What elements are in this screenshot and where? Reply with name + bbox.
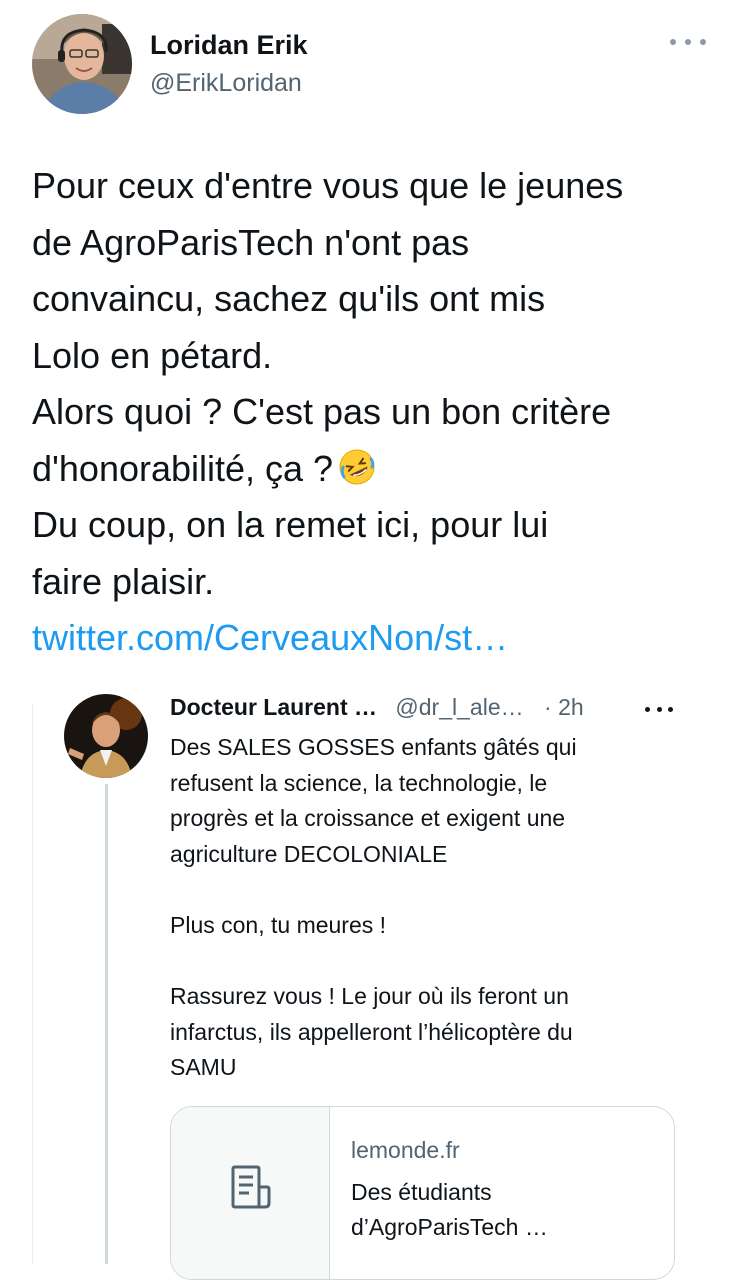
- tweet-link[interactable]: twitter.com/CerveauxNon/st…: [32, 610, 722, 667]
- tweet-text-line: d'honorabilité, ça ?: [32, 447, 334, 489]
- thread-line: [105, 784, 108, 1264]
- quoted-author-handle[interactable]: @dr_l_ale…: [395, 694, 523, 720]
- quoted-text-line: refusent la science, la technologie, le: [170, 769, 548, 796]
- tweet-text-line: de AgroParisTech n'ont pas: [32, 221, 470, 263]
- quoted-tweet-header: Docteur Laurent … @dr_l_ale… · 2h: [170, 694, 700, 724]
- link-card-thumbnail: [171, 1107, 330, 1279]
- link-card-title: Des étudiants d’AgroParisTech …: [351, 1175, 651, 1245]
- quoted-text-line: SAMU: [170, 1054, 237, 1081]
- tweet-body: Pour ceux d'entre vous que le jeunes de …: [32, 158, 722, 667]
- quoted-text-line: Des SALES GOSSES enfants gâtés qui: [170, 734, 577, 760]
- link-card-title-line: Des étudiants: [351, 1179, 492, 1205]
- separator-dot: ·: [544, 694, 552, 720]
- author-handle[interactable]: @ErikLoridan: [150, 69, 302, 98]
- quoted-text-line: Plus con, tu meures !: [170, 911, 387, 938]
- quoted-text-line: Rassurez vous ! Le jour où ils feront un: [170, 983, 569, 1010]
- tweet-text-line: Alors quoi ? C'est pas un bon critère: [32, 391, 612, 432]
- quote-border: [32, 705, 33, 1265]
- author-name[interactable]: Loridan Erik: [150, 30, 308, 61]
- tweet-text-line: Lolo en pétard.: [32, 334, 273, 376]
- quoted-text-line: agriculture DECOLONIALE: [170, 840, 448, 867]
- document-icon: [231, 1165, 271, 1209]
- author-avatar[interactable]: [32, 14, 132, 114]
- tweet-text-line-with-emoji: d'honorabilité, ça ?: [32, 441, 722, 498]
- rolling-on-floor-laughing-emoji-icon: [339, 449, 375, 484]
- tweet-header: Loridan Erik @ErikLoridan: [0, 0, 736, 130]
- link-card-domain: lemonde.fr: [351, 1137, 460, 1163]
- tweet-text-line: Du coup, on la remet ici, pour lui: [32, 504, 549, 545]
- link-preview-card[interactable]: lemonde.fr Des étudiants d’AgroParisTech…: [170, 1106, 675, 1280]
- more-options-icon[interactable]: [670, 32, 706, 52]
- quoted-tweet-time[interactable]: 2h: [558, 694, 584, 720]
- quoted-more-options-icon[interactable]: [645, 704, 673, 714]
- tweet-text-line: faire plaisir.: [32, 560, 215, 602]
- quoted-author-avatar[interactable]: [64, 694, 148, 778]
- quoted-text-line: infarctus, ils appelleront l’hélicoptère…: [170, 1018, 573, 1045]
- tweet-text-line: convaincu, sachez qu'ils ont mis: [32, 278, 546, 319]
- link-card-title-line: d’AgroParisTech …: [351, 1214, 548, 1240]
- quoted-author-name[interactable]: Docteur Laurent …: [170, 694, 377, 720]
- quoted-tweet-body: Des SALES GOSSES enfants gâtés qui refus…: [170, 730, 690, 1086]
- quoted-text-line: progrès et la croissance et exigent une: [170, 805, 566, 832]
- tweet-text-line: Pour ceux d'entre vous que le jeunes: [32, 165, 624, 206]
